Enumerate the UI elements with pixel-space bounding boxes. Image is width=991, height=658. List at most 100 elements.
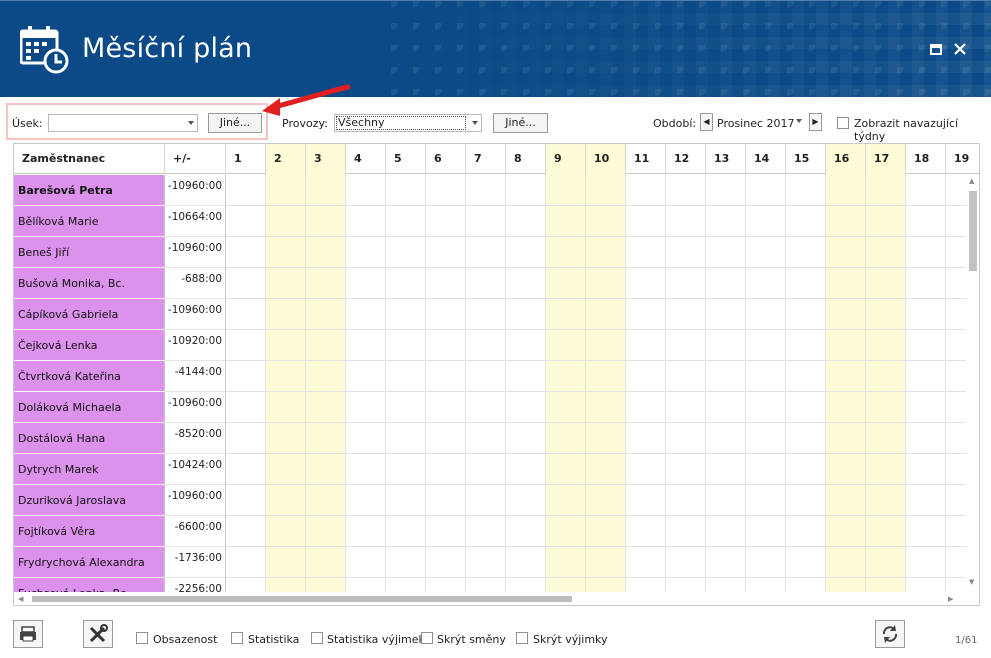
employee-name[interactable]: Dzuriková Jaroslava: [14, 485, 165, 516]
hours-diff: -10960:00: [165, 299, 226, 330]
col-header-employee[interactable]: Zaměstnanec: [14, 144, 165, 174]
hours-diff: -10424:00: [165, 454, 226, 485]
app-title: Měsíční plán: [82, 33, 253, 64]
table-row[interactable]: Bělíková Marie -10664:00: [14, 206, 979, 237]
table-row[interactable]: Frydrychová Alexandra -1736:00: [14, 547, 979, 578]
usek-combo[interactable]: [48, 114, 198, 132]
day-header[interactable]: 19: [946, 144, 979, 174]
table-row[interactable]: Beneš Jiří -10960:00: [14, 237, 979, 268]
day-header[interactable]: 18: [906, 144, 946, 174]
scroll-up-icon[interactable]: ▲: [969, 177, 974, 185]
day-header[interactable]: 11: [626, 144, 666, 174]
hours-diff: -10960:00: [165, 237, 226, 268]
statistika-vyjimek-checkbox[interactable]: [311, 632, 323, 644]
employee-name[interactable]: Bušová Monika, Bc.: [14, 268, 165, 299]
employee-name[interactable]: Dytrych Marek: [14, 454, 165, 485]
employee-name[interactable]: Frydrychová Alexandra: [14, 547, 165, 578]
next-month-button[interactable]: ▶: [809, 113, 822, 131]
employee-name[interactable]: Bělíková Marie: [14, 206, 165, 237]
table-row[interactable]: Čejková Lenka -10920:00: [14, 330, 979, 361]
provozy-jine-button[interactable]: Jiné...: [493, 113, 548, 133]
day-header[interactable]: 14: [746, 144, 786, 174]
day-header[interactable]: 13: [706, 144, 746, 174]
table-row[interactable]: Fojtíková Věra -6600:00: [14, 516, 979, 547]
employee-name[interactable]: Cápíková Gabriela: [14, 299, 165, 330]
hours-diff: -4144:00: [165, 361, 226, 392]
statistika-label: Statistika: [248, 633, 300, 646]
employee-name[interactable]: Doláková Michaela: [14, 392, 165, 423]
scroll-down-icon[interactable]: ▼: [969, 578, 974, 586]
employee-name[interactable]: Dostálová Hana: [14, 423, 165, 454]
scroll-right-icon[interactable]: ▶: [948, 595, 953, 603]
table-row[interactable]: Doláková Michaela -10960:00: [14, 392, 979, 423]
usek-label: Úsek:: [12, 117, 43, 130]
provozy-combo[interactable]: Všechny: [334, 114, 482, 132]
refresh-icon: [882, 625, 898, 643]
day-header[interactable]: 9: [546, 144, 586, 174]
employee-name[interactable]: Fojtíková Věra: [14, 516, 165, 547]
col-header-diff[interactable]: +/-: [165, 144, 226, 174]
statistika-checkbox[interactable]: [231, 632, 243, 644]
calendar-clock-icon: [20, 26, 69, 74]
employee-name[interactable]: Barešová Petra: [14, 175, 165, 206]
settings-button[interactable]: [83, 620, 113, 648]
close-icon[interactable]: [952, 41, 968, 57]
zobrazit-checkbox[interactable]: [837, 117, 849, 129]
vertical-scroll-thumb[interactable]: [969, 191, 977, 271]
skryt-smeny-checkbox[interactable]: [421, 632, 433, 644]
skryt-vyjimky-checkbox[interactable]: [516, 632, 528, 644]
day-header[interactable]: 6: [426, 144, 466, 174]
chevron-down-icon: [188, 121, 194, 125]
day-header[interactable]: 15: [786, 144, 826, 174]
provozy-label: Provozy:: [282, 117, 328, 130]
hours-diff: -10664:00: [165, 206, 226, 237]
day-header[interactable]: 4: [346, 144, 386, 174]
employee-name[interactable]: Čtvrtková Kateřina: [14, 361, 165, 392]
day-header[interactable]: 8: [506, 144, 546, 174]
day-header[interactable]: 16: [826, 144, 866, 174]
table-row[interactable]: Čtvrtková Kateřina -4144:00: [14, 361, 979, 392]
obdobi-value: Prosinec 2017: [717, 117, 795, 130]
hours-diff: -6600:00: [165, 516, 226, 547]
printer-icon: [20, 626, 36, 642]
employee-name[interactable]: Čejková Lenka: [14, 330, 165, 361]
obdobi-label: Období:: [653, 117, 697, 130]
obsazenost-checkbox[interactable]: [136, 632, 148, 644]
day-header[interactable]: 3: [306, 144, 346, 174]
table-row[interactable]: Dytrych Marek -10424:00: [14, 454, 979, 485]
day-header[interactable]: 17: [866, 144, 906, 174]
maximize-icon[interactable]: [928, 41, 944, 57]
scroll-left-icon[interactable]: ◀: [18, 595, 23, 603]
hours-diff: -10960:00: [165, 175, 226, 206]
table-row[interactable]: Dzuriková Jaroslava -10960:00: [14, 485, 979, 516]
grid-header: Zaměstnanec +/- 1 2 3 4 5 6 7 8 9 10 11 12 13 14 15 16 1…: [14, 144, 979, 174]
refresh-button[interactable]: [875, 620, 905, 648]
employee-name[interactable]: Beneš Jiří: [14, 237, 165, 268]
zobrazit-label: Zobrazit navazující týdny: [854, 117, 959, 143]
hours-diff: -8520:00: [165, 423, 226, 454]
print-button[interactable]: [13, 620, 43, 648]
table-row[interactable]: Bušová Monika, Bc. -688:00: [14, 268, 979, 299]
day-header[interactable]: 1: [226, 144, 266, 174]
skryt-smeny-label: Skrýt směny: [437, 633, 506, 646]
table-row[interactable]: Cápíková Gabriela -10960:00: [14, 299, 979, 330]
chevron-down-icon[interactable]: [796, 119, 802, 123]
app-header: Měsíční plán: [0, 0, 991, 98]
hours-diff: -10960:00: [165, 392, 226, 423]
horizontal-scrollbar[interactable]: ◀ ▶: [14, 592, 979, 605]
obsazenost-label: Obsazenost: [153, 633, 218, 646]
skryt-vyjimky-label: Skrýt výjimky: [533, 633, 608, 646]
day-header[interactable]: 12: [666, 144, 706, 174]
table-row[interactable]: Barešová Petra -10960:00: [14, 175, 979, 206]
day-header[interactable]: 7: [466, 144, 506, 174]
chevron-down-icon: [472, 121, 478, 125]
provozy-value: Všechny: [338, 116, 385, 129]
monthly-grid[interactable]: Zaměstnanec +/- 1 2 3 4 5 6 7 8 9 10 11 12 13 14 15 16 1…: [13, 143, 980, 606]
table-row[interactable]: Dostálová Hana -8520:00: [14, 423, 979, 454]
prev-month-button[interactable]: ◀: [700, 113, 713, 131]
day-header[interactable]: 10: [586, 144, 626, 174]
day-header[interactable]: 5: [386, 144, 426, 174]
day-header[interactable]: 2: [266, 144, 306, 174]
vertical-scrollbar[interactable]: ▲ ▼: [966, 175, 979, 592]
horizontal-scroll-thumb[interactable]: [32, 596, 572, 602]
